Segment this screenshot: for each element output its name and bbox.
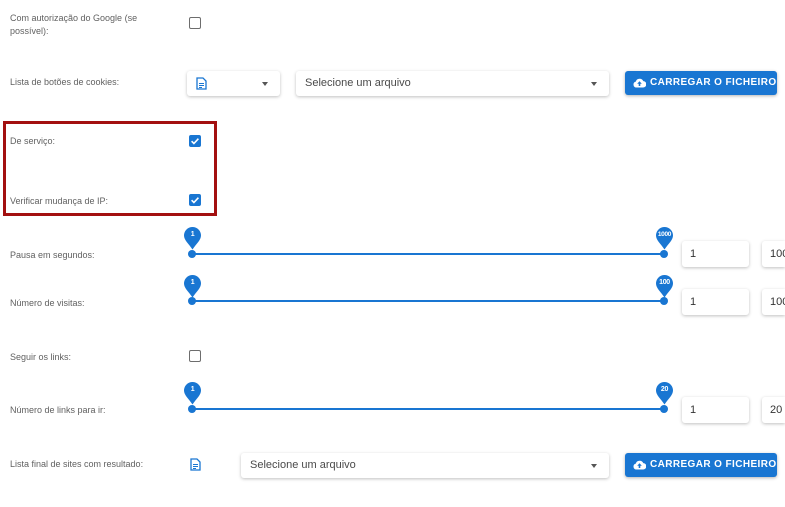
visits-max-input[interactable]: 100	[762, 289, 785, 315]
service-label: De serviço:	[10, 136, 56, 146]
visits-max-pin: 100	[655, 274, 674, 299]
pause-min-pin-label: 1	[190, 231, 195, 238]
pause-slider-max-handle[interactable]	[660, 250, 668, 258]
visits-min-pin: 1	[183, 274, 202, 299]
pause-slider-track[interactable]	[192, 253, 664, 255]
visits-max-value: 100	[770, 296, 785, 308]
visits-min-value: 1	[690, 296, 697, 308]
cookies-file-type-select[interactable]	[187, 71, 280, 96]
pause-min-value: 1	[690, 248, 697, 260]
links-max-input[interactable]: 20	[762, 397, 785, 423]
links-slider-max-handle[interactable]	[660, 405, 668, 413]
google-auth-checkbox[interactable]	[189, 17, 201, 29]
cookies-upload-button[interactable]: CARREGAR O FICHEIRO	[625, 71, 777, 95]
visits-min-pin-label: 1	[190, 279, 195, 286]
visits-min-input[interactable]: 1	[682, 289, 749, 315]
pause-label: Pausa em segundos:	[10, 250, 95, 260]
check-icon	[191, 138, 199, 145]
links-max-pin: 20	[655, 381, 674, 406]
cloud-upload-icon	[633, 78, 646, 88]
links-max-pin-label: 20	[660, 386, 669, 393]
cookies-file-placeholder: Selecione um arquivo	[305, 77, 411, 89]
final-sites-upload-button[interactable]: CARREGAR O FICHEIRO	[625, 453, 777, 477]
cookies-upload-label: CARREGAR O FICHEIRO	[650, 77, 777, 88]
chevron-down-icon	[591, 464, 597, 468]
final-sites-upload-label: CARREGAR O FICHEIRO	[650, 459, 777, 470]
pause-min-input[interactable]: 1	[682, 241, 749, 267]
links-min-input[interactable]: 1	[682, 397, 749, 423]
pause-max-pin: 1000	[655, 226, 674, 251]
pause-slider-min-handle[interactable]	[188, 250, 196, 258]
links-slider-track[interactable]	[192, 408, 664, 410]
chevron-down-icon	[591, 82, 597, 86]
service-checkbox[interactable]	[189, 135, 201, 147]
pause-max-pin-label: 1000	[657, 231, 672, 238]
check-icon	[191, 197, 199, 204]
file-document-icon	[190, 458, 201, 471]
links-max-value: 20	[770, 404, 783, 416]
follow-links-checkbox[interactable]	[189, 350, 201, 362]
links-min-pin: 1	[183, 381, 202, 406]
links-min-value: 1	[690, 404, 697, 416]
visits-slider-track[interactable]	[192, 300, 664, 302]
visits-label: Número de visitas:	[10, 298, 85, 308]
pause-max-input[interactable]: 1000	[762, 241, 785, 267]
ip-change-checkbox[interactable]	[189, 194, 201, 206]
follow-links-label: Seguir os links:	[10, 352, 72, 362]
links-slider-min-handle[interactable]	[188, 405, 196, 413]
file-document-icon	[196, 77, 207, 90]
visits-max-pin-label: 100	[659, 279, 670, 286]
chevron-down-icon	[262, 82, 268, 86]
pause-min-pin: 1	[183, 226, 202, 251]
cookies-file-select[interactable]: Selecione um arquivo	[296, 71, 609, 96]
cookies-label: Lista de botões de cookies:	[10, 77, 120, 87]
ip-change-label: Verificar mudança de IP:	[10, 196, 109, 206]
pause-max-value: 1000	[770, 248, 785, 260]
links-to-go-label: Número de links para ir:	[10, 405, 106, 415]
final-sites-file-select[interactable]: Selecione um arquivo	[241, 453, 609, 478]
cloud-upload-icon	[633, 460, 646, 470]
links-min-pin-label: 1	[190, 386, 195, 393]
final-sites-file-placeholder: Selecione um arquivo	[250, 459, 356, 471]
google-auth-label: Com autorização do Google (se possível):	[10, 13, 138, 36]
final-sites-label: Lista final de sites com resultado:	[10, 459, 144, 469]
